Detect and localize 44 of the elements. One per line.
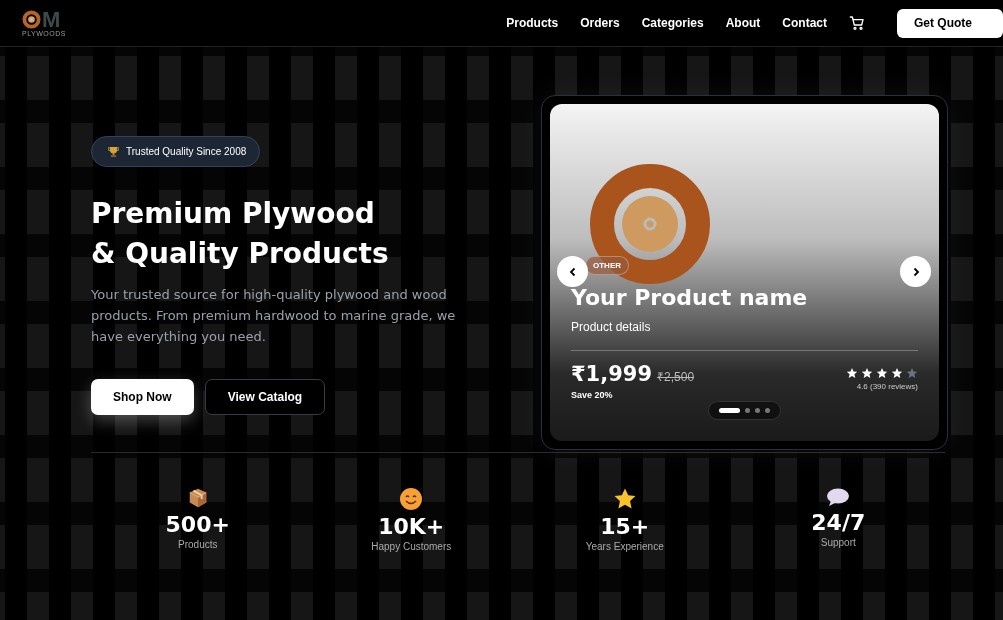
- product-price: ₹1,999: [571, 362, 653, 386]
- hero-title: Premium Plywood & Quality Products: [91, 196, 389, 272]
- discount-text: Save 20%: [571, 390, 614, 400]
- original-price: ₹2,500: [657, 369, 695, 385]
- view-catalog-button[interactable]: View Catalog: [204, 379, 326, 415]
- speech-bubble-icon: [826, 487, 851, 507]
- star-icon: [891, 367, 903, 379]
- stat-label: Happy Customers: [371, 541, 452, 552]
- trophy-icon: [108, 145, 119, 158]
- carousel-dot[interactable]: [765, 408, 770, 413]
- hero-description: Your trusted source for high-quality plywood and wood products. From premium hardwood to marine grade, we have everything you need.: [91, 286, 457, 346]
- get-quote-button[interactable]: Get Quote: [897, 8, 1003, 38]
- logo-text: M: [42, 9, 61, 30]
- nav-link[interactable]: About: [725, 16, 761, 30]
- stat-label: Products: [178, 539, 218, 550]
- product-details: Product details: [571, 320, 652, 334]
- stat-value: 10K+: [378, 514, 445, 540]
- star-icon: [612, 487, 637, 511]
- nav-link[interactable]: Contact: [782, 16, 827, 30]
- next-button[interactable]: [900, 256, 931, 287]
- star-icon: [846, 367, 858, 379]
- product-name: Your Product name: [571, 285, 809, 310]
- category-tag: OTHER: [585, 256, 629, 275]
- stat-value: 15+: [600, 514, 650, 540]
- chevron-left-icon: [567, 266, 578, 277]
- nav-link[interactable]: Orders: [580, 16, 620, 30]
- star-icon: [861, 367, 873, 379]
- stat-value: 24/7: [811, 510, 866, 536]
- carousel-dot[interactable]: [755, 408, 760, 413]
- nav-link[interactable]: Products: [506, 16, 559, 30]
- star-icon: [876, 367, 888, 379]
- star-icon: [906, 367, 918, 379]
- smiling-face-icon: [399, 487, 424, 511]
- cart-icon[interactable]: [849, 15, 865, 31]
- stat-label: Support: [820, 537, 856, 548]
- carousel-dot[interactable]: [745, 408, 750, 413]
- previous-button[interactable]: [557, 256, 588, 287]
- stat-label: Years Experience: [585, 541, 664, 552]
- stat-value: 500+: [165, 512, 230, 538]
- rating-text: 4.6 (390 reviews): [856, 382, 918, 391]
- logo-icon: [22, 10, 41, 29]
- nav-link[interactable]: Categories: [641, 16, 704, 30]
- shop-now-button[interactable]: Shop Now: [91, 379, 194, 415]
- trust-badge: Trusted Quality Since 2008: [91, 136, 261, 167]
